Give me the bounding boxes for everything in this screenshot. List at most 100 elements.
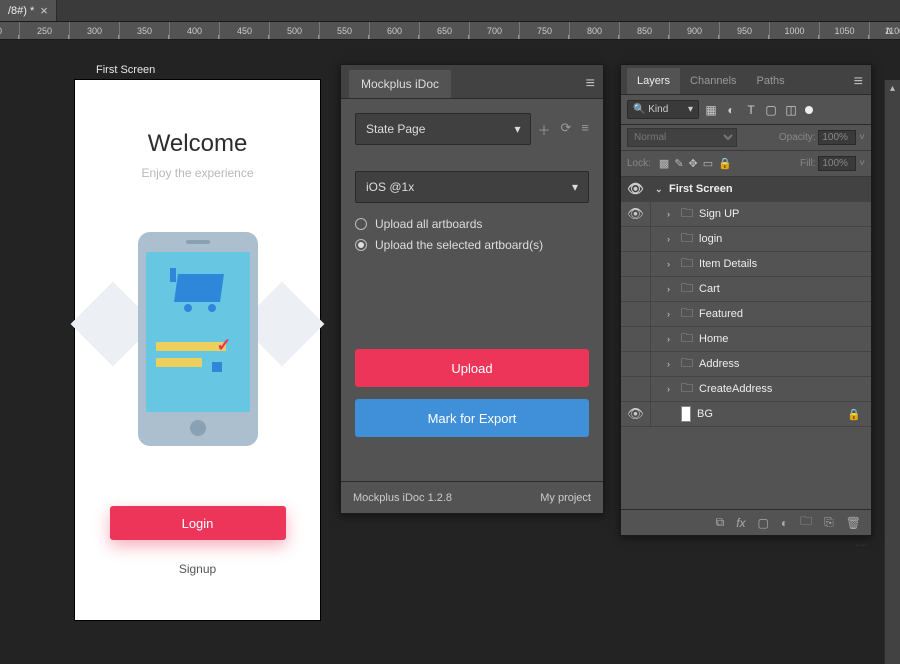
upload-button[interactable]: Upload [355,349,589,387]
ruler-tick: 600 [370,22,420,40]
welcome-title: Welcome [75,130,320,158]
tab-paths[interactable]: Paths [747,68,795,94]
visibility-icon[interactable]: 👁 [621,202,651,226]
layer-item[interactable]: 👁›🗀Address [621,352,871,377]
layer-item[interactable]: 👁›🗀login [621,227,871,252]
lock-pixels-icon[interactable]: ▩ [659,157,669,170]
blend-mode-dropdown[interactable]: Normal [627,128,737,147]
lock-icon[interactable]: 🔒 [847,408,861,421]
tab-layers[interactable]: Layers [627,68,680,94]
layer-root[interactable]: 👁 ⌄ First Screen [621,177,871,202]
fill-label: Fill: [800,158,816,169]
ruler-tick: 500 [270,22,320,40]
visibility-icon[interactable]: 👁 [621,377,651,401]
layer-name: login [699,233,722,245]
layer-name: Home [699,333,728,345]
layer-item[interactable]: 👁›🗀Sign UP [621,202,871,227]
filter-shape-icon[interactable]: ▢ [763,102,779,118]
visibility-icon[interactable]: 👁 [621,402,651,426]
twisty-icon[interactable]: ⌄ [655,184,665,195]
project-link[interactable]: My project [540,492,591,504]
adjustment-icon[interactable]: ◐ [781,516,788,530]
state-page-dropdown[interactable]: State Page ▾ [355,113,531,145]
radio-upload-all[interactable]: Upload all artboards [355,217,589,231]
mark-export-button[interactable]: Mark for Export [355,399,589,437]
twisty-icon[interactable]: › [667,384,677,394]
filter-toggle-icon[interactable] [805,106,813,114]
filter-adjust-icon[interactable]: ◐ [723,102,739,118]
visibility-icon[interactable]: 👁 [621,327,651,351]
scroll-up-icon[interactable]: ▴ [885,80,900,96]
fill-input[interactable] [818,156,856,171]
lock-all-icon[interactable]: 🔒 [718,157,732,170]
radio-upload-selected[interactable]: Upload the selected artboard(s) [355,238,589,252]
tab-channels[interactable]: Channels [680,68,746,94]
twisty-icon[interactable]: › [667,259,677,269]
link-layers-icon[interactable]: ⧉ [716,515,725,530]
layer-item[interactable]: 👁›🗀Featured [621,302,871,327]
layer-item[interactable]: 👁›🗀Cart [621,277,871,302]
document-tab[interactable]: /8#) * × [0,0,57,21]
ruler-tick: 850 [620,22,670,40]
close-icon[interactable]: × [40,3,48,18]
panel-menu-icon[interactable]: ≡ [854,73,863,91]
new-layer-icon[interactable]: ⎘ [824,515,834,530]
mockplus-tab[interactable]: Mockplus iDoc [349,70,451,98]
ruler-tick: 800 [570,22,620,40]
lock-brush-icon[interactable]: ✎ [674,157,683,170]
lock-position-icon[interactable]: ✥ [689,157,698,170]
twisty-icon[interactable]: › [667,309,677,319]
filter-image-icon[interactable]: ▦ [703,102,719,118]
ruler-tick: 550 [320,22,370,40]
layer-name: Cart [699,283,720,295]
login-button[interactable]: Login [110,506,286,540]
twisty-icon[interactable]: › [667,284,677,294]
checkmark-icon: ✓ [216,335,231,356]
add-icon[interactable]: ＋ [537,120,550,139]
opacity-input[interactable] [818,130,856,145]
radio-icon [355,218,367,230]
refresh-icon[interactable]: ⟳ [561,120,572,139]
list-icon[interactable]: ≡ [581,120,589,139]
ruler-tick: 1050 [820,22,870,40]
canvas-stage[interactable]: First Screen Welcome Enjoy the experienc… [0,40,900,664]
layer-item[interactable]: 👁›🗀Item Details [621,252,871,277]
artboard-label[interactable]: First Screen [96,64,155,76]
mask-icon[interactable]: ▢ [758,516,769,530]
twisty-icon[interactable]: › [667,209,677,219]
panel-menu-icon[interactable]: ≡ [586,75,595,93]
fx-icon[interactable]: fx [736,516,745,530]
twisty-icon[interactable]: › [667,334,677,344]
trash-icon[interactable]: 🗑 [846,516,861,530]
vertical-scrollbar[interactable]: ▴ [884,80,900,664]
layer-name: First Screen [669,183,733,195]
ruler-tick: 350 [120,22,170,40]
twisty-icon[interactable]: › [667,234,677,244]
ruler-tick: 200 [0,22,20,40]
visibility-icon[interactable]: 👁 [621,177,651,201]
lock-label: Lock: [627,158,651,169]
visibility-icon[interactable]: 👁 [621,352,651,376]
filter-smart-icon[interactable]: ◫ [783,102,799,118]
layer-bg[interactable]: 👁 BG 🔒 [621,402,871,427]
platform-dropdown[interactable]: iOS @1x ▾ [355,171,589,203]
visibility-icon[interactable]: 👁 [621,252,651,276]
group-icon[interactable]: 🗀 [800,512,812,533]
lock-artboard-icon[interactable]: ▭ [703,157,713,170]
layer-name: BG [697,408,713,420]
kind-filter-dropdown[interactable]: 🔍 Kind▾ [627,100,699,119]
layer-item[interactable]: 👁›🗀Home [621,327,871,352]
signup-link[interactable]: Signup [75,562,320,576]
visibility-icon[interactable]: 👁 [621,277,651,301]
chevron-down-icon[interactable]: ˅ [859,132,865,143]
filter-type-icon[interactable]: T [743,102,759,118]
chevron-down-icon[interactable]: ˅ [859,158,865,169]
folder-icon: 🗀 [681,304,693,325]
visibility-icon[interactable]: 👁 [621,227,651,251]
ruler-scroll-icon[interactable]: ˄ [885,24,892,38]
artboard-first-screen[interactable]: Welcome Enjoy the experience ✓ [75,80,320,620]
layers-panel: ◂◂ × Layers Channels Paths ≡ 🔍 Kind▾ ▦ ◐… [620,64,872,536]
visibility-icon[interactable]: 👁 [621,302,651,326]
twisty-icon[interactable]: › [667,359,677,369]
layer-item[interactable]: 👁›🗀CreateAddress [621,377,871,402]
